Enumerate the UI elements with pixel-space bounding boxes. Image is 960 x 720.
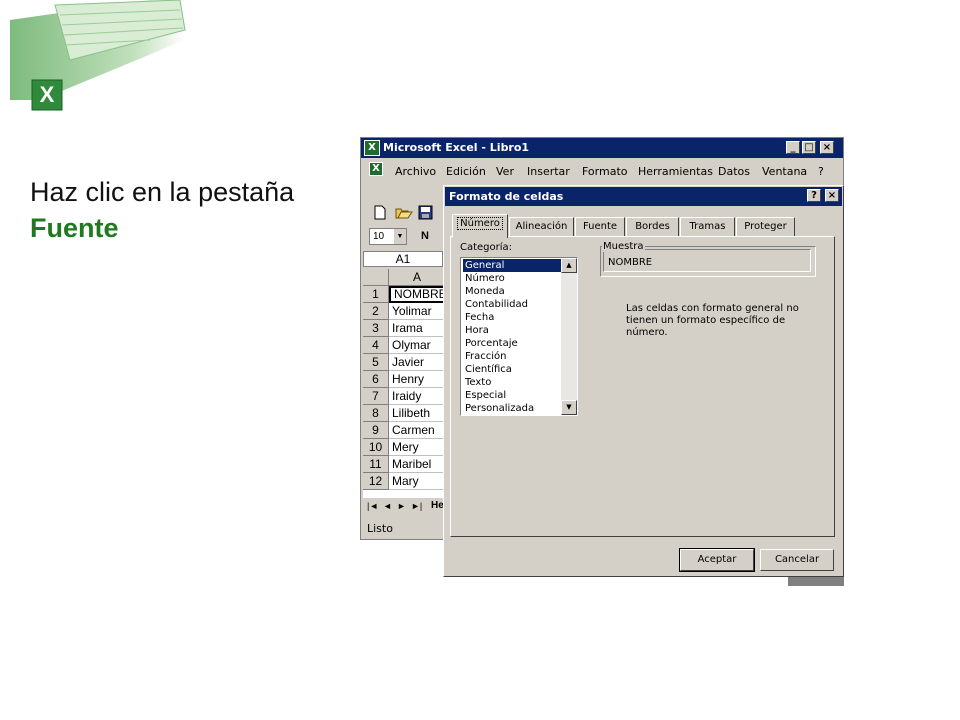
maximize-button[interactable]: □ xyxy=(802,141,816,154)
dialog-titlebar[interactable]: Formato de celdas ? × xyxy=(445,187,842,206)
sheet-navigation: |◄ ◄ ► ►| He xyxy=(363,499,445,515)
row-header[interactable]: 5 xyxy=(363,354,389,371)
status-bar-text: Listo xyxy=(367,522,393,535)
cell-a[interactable]: Mary xyxy=(389,473,445,490)
row-header[interactable]: 10 xyxy=(363,439,389,456)
first-sheet-icon[interactable]: |◄ xyxy=(367,501,378,511)
menu-formato[interactable]: Formato xyxy=(582,165,628,178)
close-button[interactable]: × xyxy=(820,141,834,154)
menu-edicion[interactable]: Edición xyxy=(446,165,486,178)
sample-label: Muestra xyxy=(602,241,645,252)
tab-bordes[interactable]: Bordes xyxy=(626,217,679,237)
name-box[interactable]: A1 xyxy=(363,251,443,267)
cell-a[interactable]: Lilibeth xyxy=(389,405,445,422)
menu-ventana[interactable]: Ventana xyxy=(762,165,807,178)
cell-a[interactable]: Carmen xyxy=(389,422,445,439)
listbox-scrollbar[interactable]: ▲ ▼ xyxy=(561,258,577,415)
bold-button[interactable]: N xyxy=(421,230,429,242)
sample-preview: NOMBRE xyxy=(603,249,811,272)
category-item[interactable]: Fecha xyxy=(463,311,563,324)
menu-help[interactable]: ? xyxy=(818,165,824,178)
window-edge xyxy=(788,577,844,586)
excel-titlebar[interactable]: X Microsoft Excel - Libro1 _ □ × xyxy=(361,138,843,158)
sheet-tab[interactable]: He xyxy=(431,500,444,511)
svg-text:X: X xyxy=(40,82,55,107)
excel-title: Microsoft Excel - Libro1 xyxy=(383,141,530,154)
scroll-down-icon[interactable]: ▼ xyxy=(561,400,577,415)
cell-a[interactable]: Javier xyxy=(389,354,445,371)
select-all-corner[interactable] xyxy=(363,269,389,286)
format-cells-dialog: Formato de celdas ? × Número Alineación … xyxy=(443,185,844,577)
category-item[interactable]: Número xyxy=(463,272,563,285)
last-sheet-icon[interactable]: ►| xyxy=(411,501,422,511)
cancel-button[interactable]: Cancelar xyxy=(760,549,834,571)
ok-button[interactable]: Aceptar xyxy=(679,548,755,572)
row-header[interactable]: 2 xyxy=(363,303,389,320)
tab-fuente[interactable]: Fuente xyxy=(575,217,625,237)
category-item[interactable]: Fracción xyxy=(463,350,563,363)
category-item[interactable]: General xyxy=(463,259,563,272)
new-document-icon[interactable] xyxy=(373,205,387,220)
cell-a[interactable]: Olymar xyxy=(389,337,445,354)
slide-instruction: Haz clic en la pestaña Fuente xyxy=(30,174,294,246)
next-sheet-icon[interactable]: ► xyxy=(397,501,406,511)
cell-a[interactable]: Mery xyxy=(389,439,445,456)
row-header[interactable]: 4 xyxy=(363,337,389,354)
tab-numero[interactable]: Número xyxy=(452,214,508,238)
menu-insertar[interactable]: Insertar xyxy=(527,165,570,178)
cell-a[interactable]: Maribel xyxy=(389,456,445,473)
row-header[interactable]: 7 xyxy=(363,388,389,405)
font-size-value: 10 xyxy=(373,231,385,242)
category-label: Categoría: xyxy=(460,242,513,253)
category-item[interactable]: Porcentaje xyxy=(463,337,563,350)
menu-datos[interactable]: Datos xyxy=(718,165,750,178)
category-item[interactable]: Texto xyxy=(463,376,563,389)
scroll-up-icon[interactable]: ▲ xyxy=(561,258,577,273)
open-folder-icon[interactable] xyxy=(395,205,413,220)
format-description: Las celdas con formato general no tienen… xyxy=(626,303,799,338)
row-header[interactable]: 6 xyxy=(363,371,389,388)
menu-bar: X Archivo Edición Ver Insertar Formato H… xyxy=(361,160,843,180)
category-item[interactable]: Moneda xyxy=(463,285,563,298)
category-item[interactable]: Personalizada xyxy=(463,402,563,415)
row-header[interactable]: 9 xyxy=(363,422,389,439)
cell-a[interactable]: Iraidy xyxy=(389,388,445,405)
sheet-grid: 1 NOMBRE 2 Yolimar 3 Irama 4 Olymar 5 Javier 6 Henr… xyxy=(363,286,445,498)
row-header[interactable]: 1 xyxy=(363,286,389,303)
font-size-select[interactable]: 10 ▼ xyxy=(369,228,407,245)
category-item[interactable]: Contabilidad xyxy=(463,298,563,311)
row-header[interactable]: 8 xyxy=(363,405,389,422)
cell-a[interactable]: Yolimar xyxy=(389,303,445,320)
minimize-button[interactable]: _ xyxy=(786,141,800,154)
tab-alineacion[interactable]: Alineación xyxy=(509,217,574,237)
row-header[interactable]: 3 xyxy=(363,320,389,337)
cell-a[interactable]: Henry xyxy=(389,371,445,388)
cell-a[interactable]: Irama xyxy=(389,320,445,337)
menu-ver[interactable]: Ver xyxy=(496,165,514,178)
instruction-line: Haz clic en la pestaña xyxy=(30,177,295,207)
workbook-icon[interactable]: X xyxy=(369,162,383,176)
category-item[interactable]: Especial xyxy=(463,389,563,402)
tab-proteger[interactable]: Proteger xyxy=(736,217,795,237)
cell-a[interactable]: NOMBRE xyxy=(389,286,445,303)
tab-tramas[interactable]: Tramas xyxy=(680,217,735,237)
category-item[interactable]: Científica xyxy=(463,363,563,376)
help-button[interactable]: ? xyxy=(807,189,821,202)
chevron-down-icon[interactable]: ▼ xyxy=(394,229,406,244)
category-listbox[interactable]: General Número Moneda Contabilidad Fecha Hora… xyxy=(460,257,578,416)
row-header[interactable]: 12 xyxy=(363,473,389,490)
row-header[interactable]: 11 xyxy=(363,456,389,473)
dialog-title: Formato de celdas xyxy=(449,190,564,203)
menu-herramientas[interactable]: Herramientas xyxy=(638,165,713,178)
save-disk-icon[interactable] xyxy=(418,205,433,220)
column-header-a[interactable]: A xyxy=(389,269,445,286)
excel-logo: X xyxy=(0,0,190,115)
tab-numero-label: Número xyxy=(457,217,503,230)
instruction-highlight: Fuente xyxy=(30,213,119,243)
menu-archivo[interactable]: Archivo xyxy=(395,165,436,178)
dialog-close-button[interactable]: × xyxy=(825,189,839,202)
excel-app-icon[interactable]: X xyxy=(364,140,380,156)
prev-sheet-icon[interactable]: ◄ xyxy=(383,501,392,511)
category-item[interactable]: Hora xyxy=(463,324,563,337)
